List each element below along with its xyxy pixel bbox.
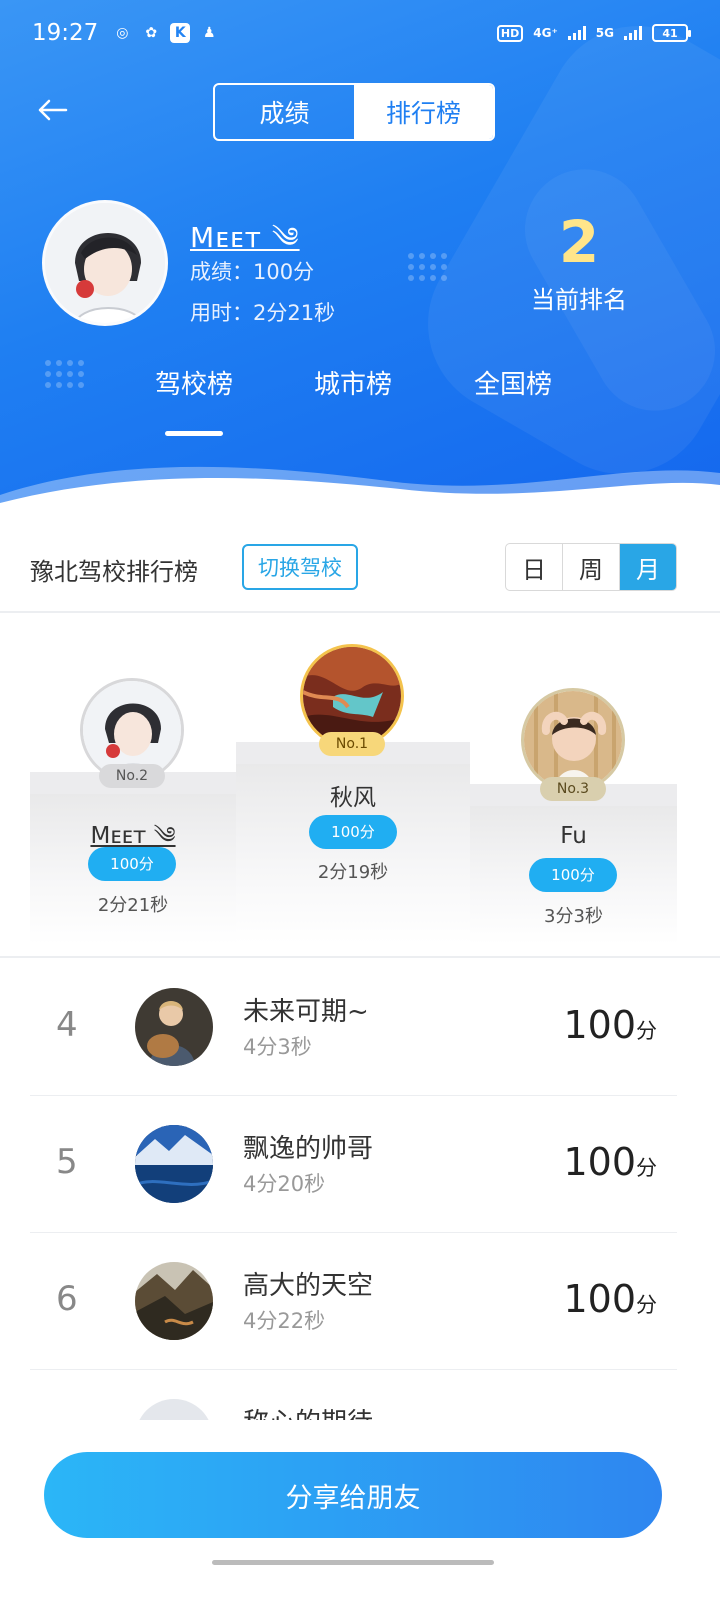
share-button[interactable]: 分享给朋友 xyxy=(44,1452,662,1538)
wave-divider xyxy=(0,466,720,520)
user-score: 成绩：100分 xyxy=(190,260,315,284)
decor-dots xyxy=(408,253,447,281)
podium-second-badge: No.2 xyxy=(99,764,165,788)
k-app-icon: K xyxy=(170,23,191,43)
podium-third-name: Fu xyxy=(560,823,587,849)
period-week[interactable]: 周 xyxy=(562,544,619,590)
hd-voice-icon: HD xyxy=(496,24,524,42)
podium-third-time: 3分3秒 xyxy=(544,906,603,927)
qq-icon: ♟ xyxy=(203,25,216,41)
wechat-icon: ✿ xyxy=(145,25,158,41)
child-with-dog-photo-icon xyxy=(135,988,213,1066)
back-button[interactable] xyxy=(36,92,72,128)
switch-school-button[interactable]: 切换驾校 xyxy=(242,544,358,590)
list-name: 未来可期~ xyxy=(243,997,369,1027)
list-avatar xyxy=(135,1262,213,1340)
home-indicator[interactable] xyxy=(212,1560,494,1565)
period-month[interactable]: 月 xyxy=(619,544,676,590)
user-avatar[interactable] xyxy=(42,200,168,326)
list-score-value: 100 xyxy=(563,1277,636,1321)
board-tabs: 驾校榜 城市榜 全国榜 xyxy=(0,364,720,404)
list-score-unit: 分 xyxy=(636,1293,657,1317)
tab-school-board[interactable]: 驾校榜 xyxy=(134,364,254,401)
status-bar: 19:27 ◎ ✿ K ♟ HD 4G⁺ 5G 41 xyxy=(0,0,720,66)
tab-national-board[interactable]: 全国榜 xyxy=(453,364,573,401)
podium: No.2 Mᴇᴇᴛ ༄ 100分 2分21秒 No.1 秋风 100分 2分19… xyxy=(0,612,720,956)
list-item[interactable]: 6 高大的天空 4分22秒 100分 xyxy=(30,1233,677,1370)
list-time: 4分3秒 xyxy=(243,1035,312,1059)
child-photo-icon xyxy=(524,691,622,789)
list-time: 4分22秒 xyxy=(243,1309,326,1333)
list-score-value: 100 xyxy=(563,1003,636,1047)
list-score-unit: 分 xyxy=(636,1019,657,1043)
tab-score[interactable]: 成绩 xyxy=(215,85,354,139)
tab-city-board[interactable]: 城市榜 xyxy=(293,364,413,401)
list-score: 100分 xyxy=(563,1277,657,1321)
top-segmented-control: 成绩 排行榜 xyxy=(213,83,495,141)
mountain-valley-photo-icon xyxy=(135,1262,213,1340)
podium-first-badge: No.1 xyxy=(319,732,385,756)
network-4g-label: 4G⁺ xyxy=(533,26,558,40)
divider xyxy=(0,956,720,958)
podium-second-score: 100分 xyxy=(88,847,176,881)
status-time: 19:27 xyxy=(32,20,99,46)
list-score: 100分 xyxy=(563,1003,657,1047)
netease-icon: ◎ xyxy=(116,25,129,41)
podium-first-score: 100分 xyxy=(309,815,397,849)
board-header: 豫北驾校排行榜 切换驾校 日 周 月 xyxy=(0,538,720,608)
board-title: 豫北驾校排行榜 xyxy=(30,558,198,586)
battery-icon: 41 xyxy=(652,24,691,42)
list-name: 飘逸的帅哥 xyxy=(243,1134,374,1164)
signal-icon xyxy=(567,26,586,40)
list-score-unit: 分 xyxy=(636,1156,657,1180)
list-item[interactable]: 5 飘逸的帅哥 4分20秒 100分 xyxy=(30,1096,677,1233)
user-time: 用时：2分21秒 xyxy=(190,301,336,325)
anime-boy-avatar-icon xyxy=(45,203,165,323)
podium-first-time: 2分19秒 xyxy=(317,862,389,883)
list-avatar xyxy=(135,1125,213,1203)
list-time: 4分20秒 xyxy=(243,1172,326,1196)
list-rank: 4 xyxy=(56,1005,78,1045)
podium-first-name: 秋风 xyxy=(330,785,376,811)
battery-level: 41 xyxy=(662,26,678,40)
podium-third-score: 100分 xyxy=(529,858,617,892)
current-rank-value: 2 xyxy=(558,208,600,276)
active-tab-indicator xyxy=(165,431,223,436)
list-avatar xyxy=(135,988,213,1066)
period-day[interactable]: 日 xyxy=(506,544,562,590)
network-5g-label: 5G xyxy=(595,26,614,40)
signal-icon xyxy=(624,26,642,40)
podium-third-badge: No.3 xyxy=(540,777,606,801)
period-selector: 日 周 月 xyxy=(505,543,677,591)
arrow-left-icon xyxy=(38,99,68,121)
podium-second-time: 2分21秒 xyxy=(97,895,169,916)
list-rank: 5 xyxy=(56,1142,78,1182)
mountain-lake-photo-icon xyxy=(135,1125,213,1203)
list-name: 高大的天空 xyxy=(243,1271,374,1301)
tab-leaderboard[interactable]: 排行榜 xyxy=(354,85,493,139)
list-rank: 6 xyxy=(56,1279,78,1319)
list-score: 100分 xyxy=(563,1140,657,1184)
current-rank-label: 当前排名 xyxy=(531,286,627,314)
list-score-value: 100 xyxy=(563,1140,636,1184)
list-item[interactable]: 4 未来可期~ 4分3秒 100分 xyxy=(30,959,677,1096)
